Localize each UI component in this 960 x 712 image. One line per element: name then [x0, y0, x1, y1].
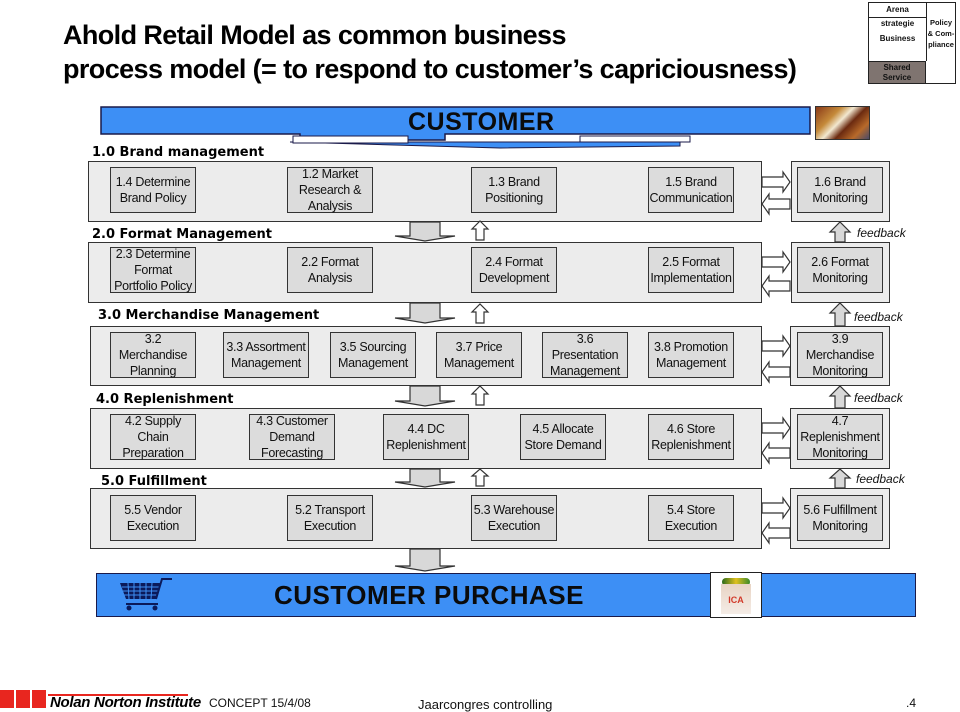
page-number: .4 — [906, 696, 917, 710]
process-box-3-2[interactable]: 3.2 Merchandise Planning — [110, 332, 196, 378]
process-box-3-3[interactable]: 3.3 Assortment Management — [223, 332, 309, 378]
bag-ica-text: ICA — [728, 595, 744, 605]
process-box-5-5[interactable]: 5.5 Vendor Execution — [110, 495, 196, 541]
process-box-1-5[interactable]: 1.5 Brand Communication — [648, 167, 734, 213]
section-label-merchandise: 3.0 Merchandise Management — [98, 308, 320, 323]
process-box-1-4[interactable]: 1.4 Determine Brand Policy — [110, 167, 196, 213]
process-box-4-3[interactable]: 4.3 Customer Demand Forecasting — [249, 414, 335, 460]
feedback-label-5: feedback — [856, 472, 905, 486]
process-box-4-2[interactable]: 4.2 Supply Chain Preparation — [110, 414, 196, 460]
slide-title: Ahold Retail Model as common business pr… — [63, 18, 797, 86]
feedback-arrow-3-2 — [828, 302, 852, 327]
process-box-3-6[interactable]: 3.6 Presentation Management — [542, 332, 628, 378]
right-arrow-1 — [761, 170, 791, 194]
process-box-4-4[interactable]: 4.4 DC Replenishment — [383, 414, 469, 460]
process-box-4-5[interactable]: 4.5 Allocate Store Demand — [520, 414, 606, 460]
feedback-arrow-2-1 — [828, 221, 852, 243]
down-arrow-2-3 — [394, 302, 456, 324]
feedback-label-4: feedback — [854, 391, 903, 405]
monitor-box-1-6[interactable]: 1.6 Brand Monitoring — [797, 167, 883, 213]
section-label-format: 2.0 Format Management — [92, 227, 273, 242]
monitor-box-4-7[interactable]: 4.7 Replenishment Monitoring — [797, 414, 883, 460]
down-arrow-3-4 — [394, 385, 456, 407]
section-label-brand: 1.0 Brand management — [92, 145, 265, 160]
monitor-box-2-6[interactable]: 2.6 Format Monitoring — [797, 247, 883, 293]
right-arrow-2 — [761, 250, 791, 274]
grocery-bag-image: ICA — [710, 572, 762, 618]
process-box-1-2[interactable]: 1.2 Market Research & Analysis — [287, 167, 373, 213]
customer-banner-label: CUSTOMER — [408, 108, 555, 136]
up-arrow-5-4 — [470, 468, 490, 487]
down-arrow-4-5 — [394, 468, 456, 488]
arena-policy-compliance: Policy & Com- pliance — [927, 18, 955, 49]
customer-purchase-label: CUSTOMER PURCHASE — [274, 580, 584, 610]
process-box-5-2[interactable]: 5.2 Transport Execution — [287, 495, 373, 541]
title-line-1: Ahold Retail Model as common business — [63, 20, 566, 50]
title-line-2: process model (= to respond to customer’… — [63, 54, 797, 84]
left-arrow-2 — [761, 274, 791, 298]
customer-banner-notch-right — [579, 135, 691, 143]
up-arrow-2-1 — [470, 220, 490, 241]
feedback-arrow-4-3 — [828, 385, 852, 409]
customer-banner-notch-left — [292, 135, 409, 144]
shopping-cart-icon — [120, 578, 172, 611]
monitor-box-5-6[interactable]: 5.6 Fulfillment Monitoring — [797, 495, 883, 541]
left-arrow-3 — [761, 360, 791, 384]
right-arrow-3 — [761, 334, 791, 358]
left-arrow-5 — [761, 521, 791, 545]
arena-strategie-legend: Arena strategie Business Shared Service … — [868, 2, 956, 84]
footer-concept: CONCEPT 15/4/08 — [209, 696, 311, 710]
process-box-3-7[interactable]: 3.7 Price Management — [436, 332, 522, 378]
process-box-4-6[interactable]: 4.6 Store Replenishment — [648, 414, 734, 460]
customer-banner-point — [289, 141, 681, 149]
monitor-box-3-9[interactable]: 3.9 Merchandise Monitoring — [797, 332, 883, 378]
arena-header: Arena strategie — [869, 3, 927, 28]
process-box-2-3[interactable]: 2.3 Determine Format Portfolio Policy — [110, 247, 196, 293]
process-box-5-4[interactable]: 5.4 Store Execution — [648, 495, 734, 541]
feedback-label-3: feedback — [854, 310, 903, 324]
section-label-fulfillment: 5.0 Fulfillment — [101, 474, 207, 489]
feedback-arrow-5-4 — [828, 468, 852, 489]
market-photo — [815, 106, 870, 140]
right-arrow-4 — [761, 416, 791, 440]
left-arrow-4 — [761, 441, 791, 465]
process-box-2-2[interactable]: 2.2 Format Analysis — [287, 247, 373, 293]
process-box-5-3[interactable]: 5.3 Warehouse Execution — [471, 495, 557, 541]
arena-shared-service: Shared Service — [869, 61, 926, 83]
process-box-3-5[interactable]: 3.5 Sourcing Management — [330, 332, 416, 378]
section-label-replenishment: 4.0 Replenishment — [96, 392, 234, 407]
down-arrow-1-2 — [394, 221, 456, 242]
process-box-2-4[interactable]: 2.4 Format Development — [471, 247, 557, 293]
process-box-3-8[interactable]: 3.8 Promotion Management — [648, 332, 734, 378]
down-arrow-5-purchase — [394, 548, 456, 572]
process-box-1-3[interactable]: 1.3 Brand Positioning — [471, 167, 557, 213]
left-arrow-1 — [761, 192, 791, 216]
process-box-2-5[interactable]: 2.5 Format Implementation — [648, 247, 734, 293]
nni-logo-text: Nolan Norton Institute — [50, 694, 201, 711]
feedback-label-2: feedback — [857, 226, 906, 240]
up-arrow-4-3 — [470, 385, 490, 406]
up-arrow-3-2 — [470, 303, 490, 324]
arena-business: Business — [869, 17, 927, 61]
right-arrow-5 — [761, 496, 791, 520]
footer-event: Jaarcongres controlling — [418, 697, 553, 712]
